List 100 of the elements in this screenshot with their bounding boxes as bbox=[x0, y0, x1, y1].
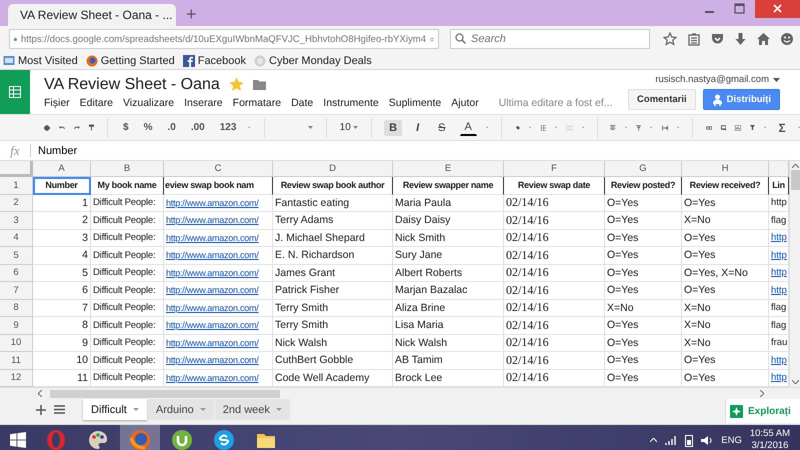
star-icon[interactable] bbox=[663, 32, 677, 46]
link-icon[interactable] bbox=[706, 124, 712, 132]
table-cell[interactable]: Nick Walsh bbox=[273, 334, 393, 352]
number-format-button[interactable]: 123 bbox=[216, 120, 240, 135]
row-header[interactable]: 11 bbox=[0, 352, 33, 370]
menu-item[interactable]: Editare bbox=[80, 96, 113, 108]
table-cell[interactable]: E. N. Richardson bbox=[273, 247, 393, 264]
header-cell[interactable]: My book name bbox=[91, 177, 164, 194]
table-cell[interactable]: Albert Roberts bbox=[393, 264, 504, 282]
table-cell[interactable]: CuthBert Gobble bbox=[273, 352, 393, 370]
header-cell[interactable]: Review received? bbox=[682, 177, 769, 194]
table-cell[interactable]: http://www.amazon.com/ bbox=[164, 282, 273, 300]
add-sheet-icon[interactable] bbox=[36, 405, 46, 415]
number-format-button[interactable]: .0 bbox=[164, 120, 179, 135]
table-cell[interactable]: O=Yes bbox=[605, 212, 682, 230]
table-cell[interactable]: 02/14/16 bbox=[504, 194, 605, 212]
table-cell[interactable]: Difficult People: bbox=[91, 352, 164, 370]
row-header[interactable]: 6 bbox=[0, 264, 33, 282]
sheet-list-icon[interactable] bbox=[54, 405, 65, 414]
table-cell[interactable]: Terry Smith bbox=[273, 300, 393, 317]
table-cell[interactable]: J. Michael Shepard bbox=[273, 230, 393, 247]
table-cell[interactable]: http://www.amazon.com/ bbox=[164, 247, 273, 264]
row-header[interactable]: 10 bbox=[0, 334, 33, 352]
table-cell[interactable]: Difficult People: bbox=[91, 194, 164, 212]
menu-item[interactable]: Ajutor bbox=[451, 96, 479, 108]
text-format-button[interactable]: S bbox=[433, 120, 451, 136]
table-cell[interactable]: 1 bbox=[33, 194, 91, 212]
row-header[interactable]: 3 bbox=[0, 212, 33, 230]
account-menu[interactable]: rusisch.nastya@gmail.com bbox=[655, 74, 780, 85]
table-cell[interactable]: Fantastic eating bbox=[273, 194, 393, 212]
table-cell[interactable]: O=Yes bbox=[682, 247, 769, 264]
column-header[interactable]: B bbox=[91, 161, 164, 177]
row-header[interactable]: 2 bbox=[0, 194, 33, 212]
search-field[interactable]: Search bbox=[450, 29, 650, 49]
row-header[interactable]: 5 bbox=[0, 247, 33, 264]
table-cell[interactable]: X=No bbox=[682, 300, 769, 317]
table-cell[interactable]: Difficult People: bbox=[91, 282, 164, 300]
table-cell[interactable]: 7 bbox=[33, 300, 91, 317]
table-cell[interactable]: http://www.amazon.com/ bbox=[164, 300, 273, 317]
table-cell[interactable]: 02/14/16 bbox=[504, 230, 605, 247]
table-cell[interactable]: 2 bbox=[33, 212, 91, 230]
column-header[interactable]: H bbox=[682, 161, 769, 177]
table-cell[interactable]: AB Tamim bbox=[393, 352, 504, 370]
bookmark-link[interactable]: Facebook bbox=[182, 54, 246, 66]
clock[interactable]: 10:55 AM 3/1/2016 bbox=[750, 428, 790, 450]
pocket-icon[interactable] bbox=[711, 33, 724, 45]
column-header[interactable]: E bbox=[393, 161, 504, 177]
table-cell[interactable]: 3 bbox=[33, 230, 91, 247]
header-cell[interactable]: Review swap date bbox=[504, 177, 605, 194]
table-cell[interactable]: http://www.amazon.com/ bbox=[164, 212, 273, 230]
table-cell[interactable]: 4 bbox=[33, 247, 91, 264]
table-cell[interactable]: O=Yes bbox=[605, 264, 682, 282]
row-header[interactable]: 9 bbox=[0, 317, 33, 334]
header-cell[interactable]: eview swap book nam bbox=[164, 177, 273, 194]
table-cell[interactable]: O=Yes bbox=[605, 334, 682, 352]
menu-item[interactable]: Vizualizare bbox=[122, 96, 174, 108]
table-cell[interactable]: Patrick Fisher bbox=[273, 282, 393, 300]
table-cell[interactable]: Lisa Maria bbox=[393, 317, 504, 334]
table-cell[interactable]: Difficult People: bbox=[91, 212, 164, 230]
table-cell[interactable]: O=Yes bbox=[605, 194, 682, 212]
comments-button[interactable]: Comentarii bbox=[628, 89, 696, 110]
table-cell[interactable]: X=No bbox=[682, 212, 769, 230]
bookmark-link[interactable]: Getting Started bbox=[86, 54, 175, 66]
column-header[interactable]: F bbox=[504, 161, 605, 177]
table-cell[interactable]: 8 bbox=[33, 317, 91, 334]
number-format-button[interactable]: $ bbox=[120, 120, 132, 135]
table-cell[interactable]: O=Yes bbox=[605, 317, 682, 334]
column-header[interactable]: C bbox=[164, 161, 273, 177]
table-cell[interactable]: 02/14/16 bbox=[504, 317, 605, 334]
table-cell[interactable]: Difficult People: bbox=[91, 334, 164, 352]
table-cell[interactable]: http://www.amazon.com/ bbox=[164, 352, 273, 370]
align-icon[interactable] bbox=[610, 122, 616, 133]
document-title[interactable]: VA Review Sheet - Oana bbox=[44, 76, 220, 94]
header-cell[interactable]: Review swap book author bbox=[273, 177, 393, 194]
table-cell[interactable]: http://www.amazon.com/ bbox=[164, 230, 273, 247]
table-cell[interactable]: http://www.amazon.com/ bbox=[164, 334, 273, 352]
windows-icon[interactable] bbox=[10, 432, 26, 448]
address-bar[interactable]: https://docs.google.com/spreadsheets/d/10uEXguIWbnMaQFVJC_HbhvtohO8Hgifeo-rbYXiym4 bbox=[9, 29, 439, 49]
table-cell[interactable]: Terry Adams bbox=[273, 212, 393, 230]
volume-icon[interactable] bbox=[701, 434, 714, 446]
table-cell[interactable]: 02/14/16 bbox=[504, 334, 605, 352]
functions-button[interactable]: Σ bbox=[775, 118, 789, 136]
scrollbar-thumb[interactable] bbox=[790, 170, 800, 190]
scroll-down-icon[interactable] bbox=[792, 380, 798, 384]
table-cell[interactable]: X=No bbox=[682, 334, 769, 352]
close-icon[interactable] bbox=[755, 0, 800, 18]
text-format-button[interactable]: I bbox=[411, 120, 424, 136]
last-edit-link[interactable]: Ultima editare a fost ef... bbox=[498, 96, 613, 108]
scroll-right-icon[interactable] bbox=[760, 390, 764, 397]
table-cell[interactable]: Aliza Brine bbox=[393, 300, 504, 317]
column-header[interactable]: G bbox=[605, 161, 682, 177]
header-cell[interactable]: Number bbox=[33, 177, 91, 194]
table-cell[interactable]: O=Yes bbox=[605, 352, 682, 370]
table-cell[interactable]: 02/14/16 bbox=[504, 282, 605, 300]
table-cell[interactable]: 02/14/16 bbox=[504, 247, 605, 264]
table-cell[interactable]: Difficult People: bbox=[91, 317, 164, 334]
browser-tab[interactable]: VA Review Sheet - Oana - ... bbox=[8, 4, 176, 26]
formula-value[interactable]: Number bbox=[38, 144, 78, 156]
number-format-button[interactable]: % bbox=[140, 120, 156, 135]
menu-item[interactable]: Inserare bbox=[184, 96, 223, 108]
